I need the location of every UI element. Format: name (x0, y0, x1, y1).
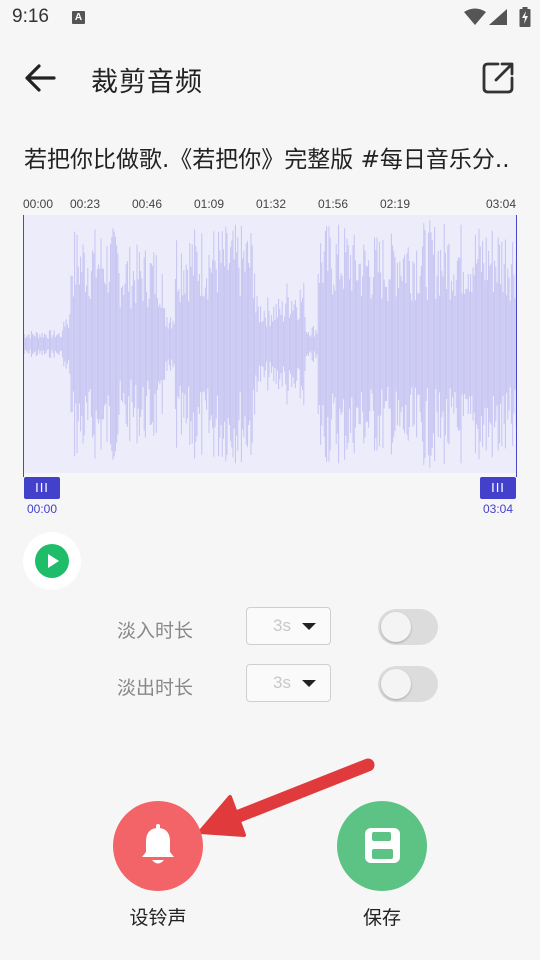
fade-in-toggle[interactable] (378, 609, 438, 645)
share-button[interactable] (478, 58, 518, 98)
selection-start-time: 00:00 (27, 502, 58, 516)
toggle-knob (381, 669, 411, 699)
arrow-left-icon (25, 64, 56, 92)
external-share-icon (482, 62, 514, 94)
timeline-tick: 00:00 (23, 197, 54, 211)
caret-down-icon (302, 680, 316, 687)
selection-end-handle[interactable]: III (480, 477, 516, 499)
play-button-circle (35, 544, 69, 578)
save-button[interactable] (337, 801, 427, 891)
timeline-tick: 00:23 (70, 197, 101, 211)
set-ringtone-label: 设铃声 (129, 907, 187, 929)
toggle-knob (381, 612, 411, 642)
status-time: 9:16 (12, 6, 49, 27)
caret-down-icon (302, 623, 316, 630)
waveform (23, 220, 517, 468)
play-icon (48, 554, 59, 568)
signal-icon (489, 9, 507, 25)
notification-icon: A (72, 11, 85, 24)
timeline-tick: 01:09 (194, 197, 225, 211)
selection-start-line (23, 215, 24, 477)
fade-in-label: 淡入时长 (117, 620, 194, 642)
set-ringtone-button[interactable] (113, 801, 203, 891)
fade-out-label: 淡出时长 (117, 677, 194, 699)
selection-start-handle[interactable]: III (24, 477, 60, 499)
fade-out-duration-value: 3s (273, 673, 291, 692)
timeline-tick: 03:04 (486, 197, 517, 211)
battery-charging-icon (519, 7, 531, 27)
page-title: 裁剪音频 (91, 67, 203, 98)
fade-out-toggle[interactable] (378, 666, 438, 702)
timeline-tick: 01:32 (256, 197, 287, 211)
fade-in-duration-value: 3s (273, 616, 291, 635)
floppy-disk-icon (365, 828, 400, 863)
save-label: 保存 (362, 907, 401, 929)
timeline-tick: 02:19 (380, 197, 411, 211)
fade-in-duration-select[interactable]: 3s (246, 607, 331, 645)
fade-out-duration-select[interactable]: 3s (246, 664, 331, 702)
bell-icon (142, 824, 174, 864)
back-button[interactable] (20, 58, 64, 98)
wifi-icon (464, 8, 486, 25)
play-button[interactable] (23, 532, 81, 590)
song-title: 若把你比做歌.《若把你》完整版 #每日音乐分.. (24, 147, 510, 173)
timeline-tick: 00:46 (132, 197, 163, 211)
timeline-tick: 01:56 (318, 197, 349, 211)
selection-end-line (516, 215, 517, 477)
selection-end-time: 03:04 (483, 502, 514, 516)
